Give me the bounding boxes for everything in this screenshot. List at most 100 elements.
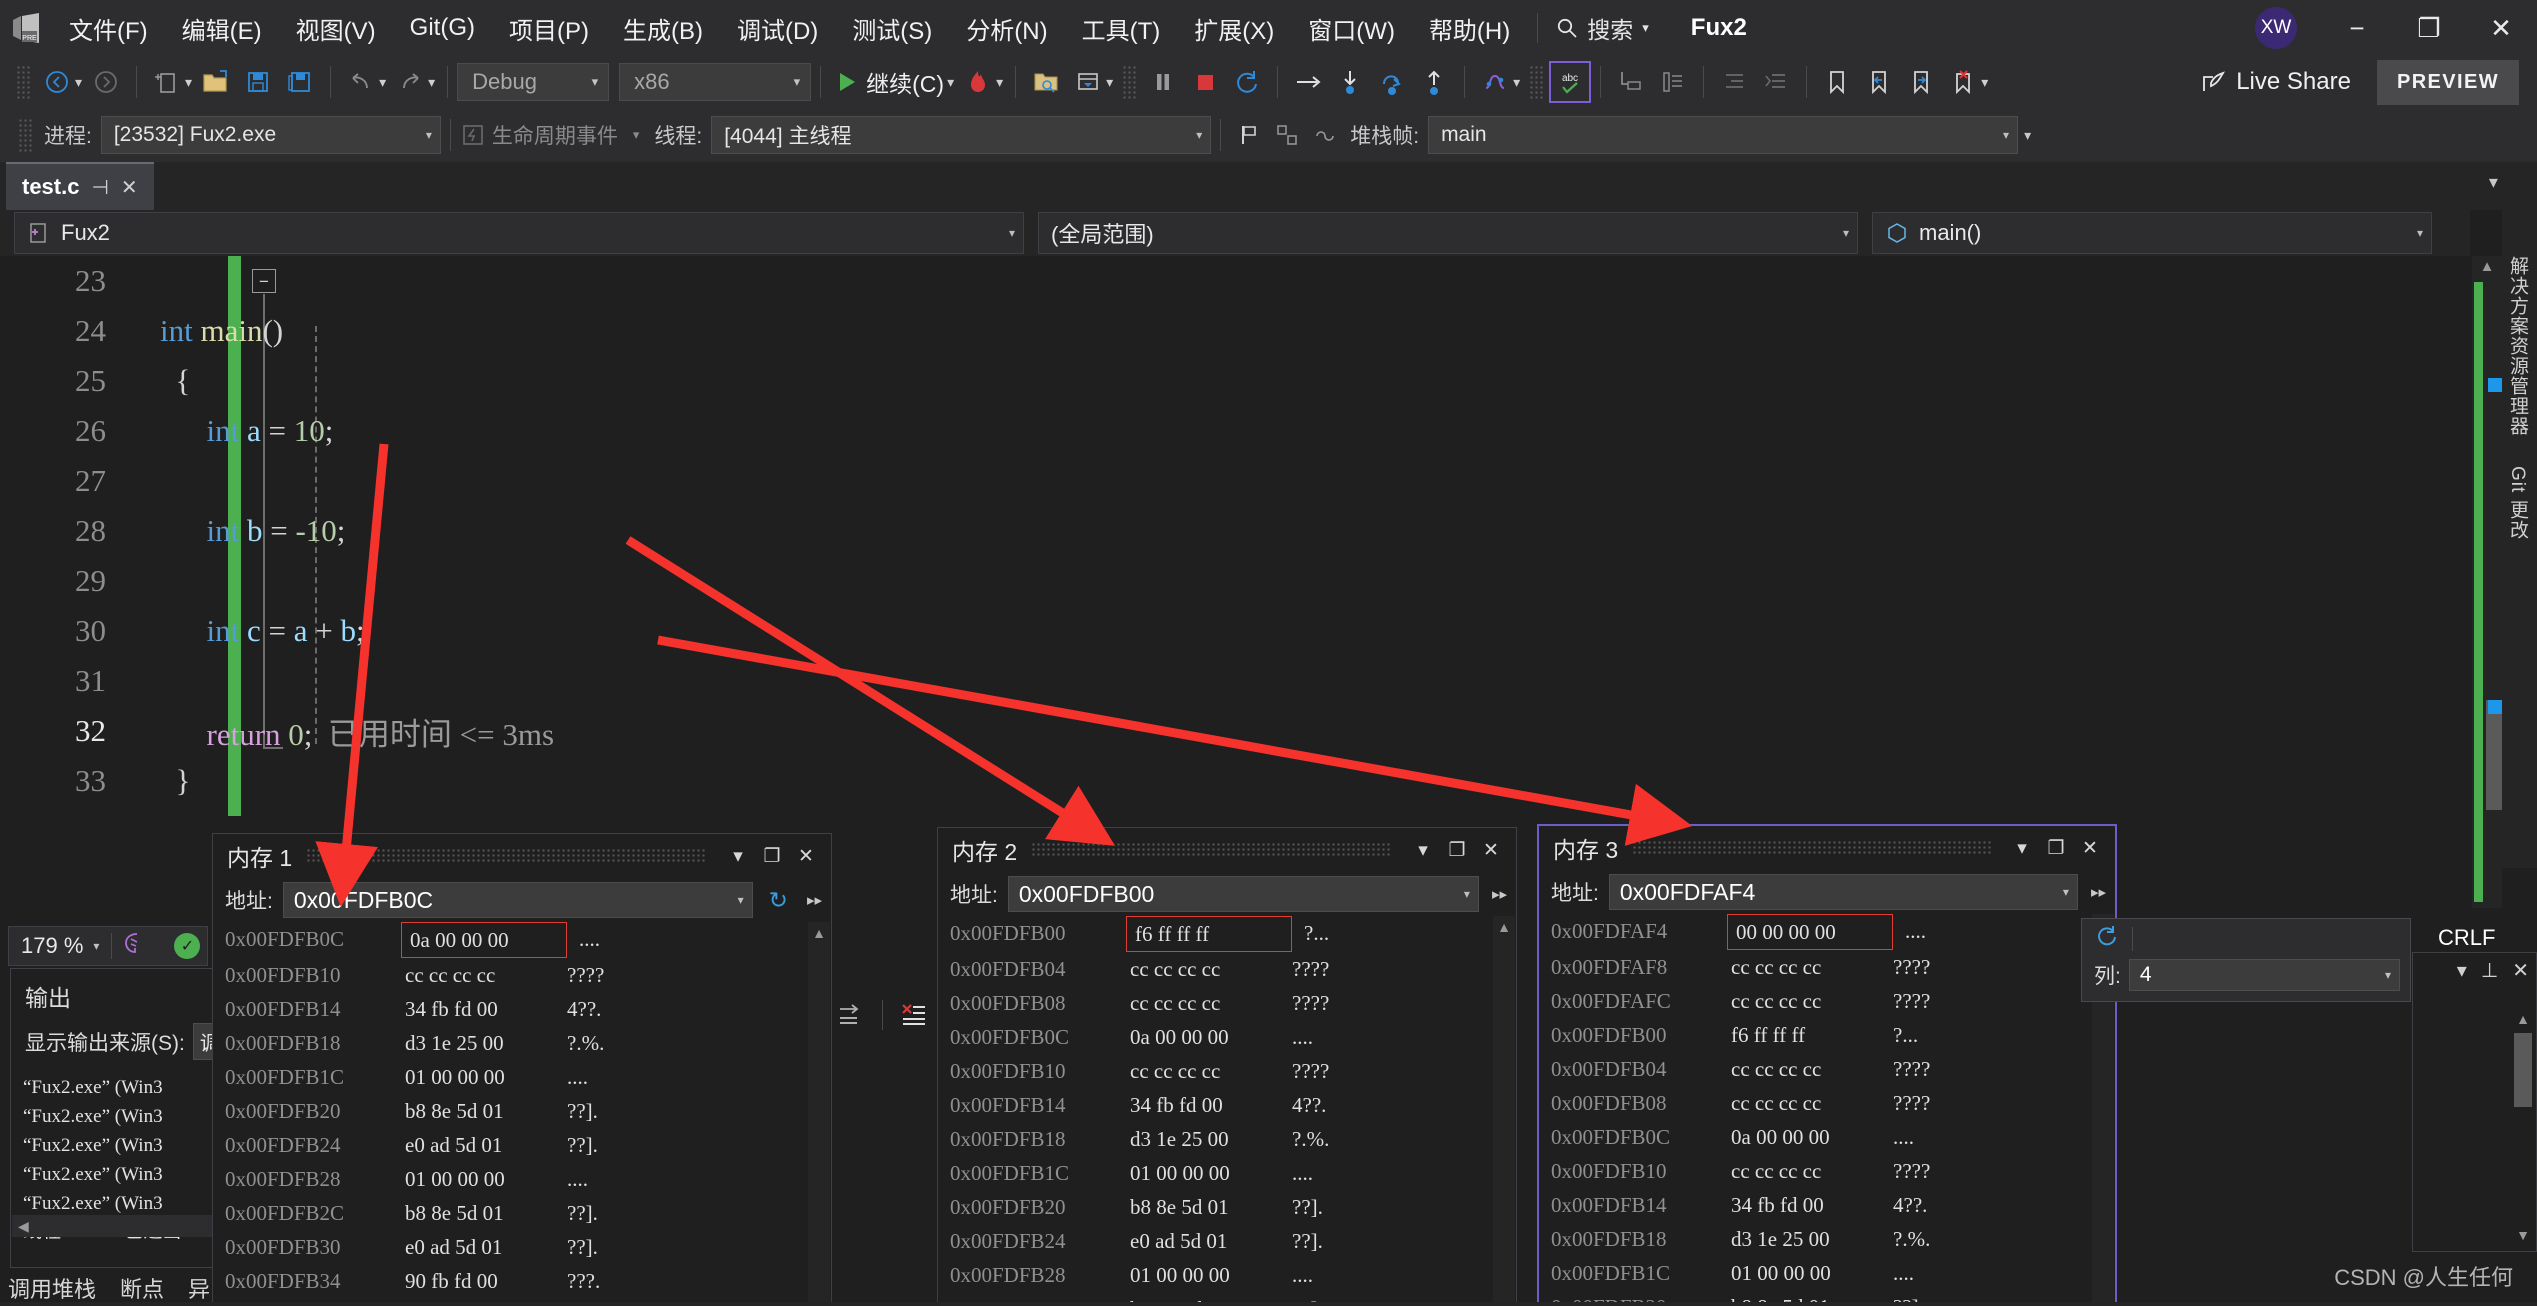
step-into-button[interactable]: [1329, 61, 1371, 103]
memory-row[interactable]: 0x00FDFB10 cc cc cc cc????: [950, 1054, 1516, 1088]
memory-row[interactable]: 0x00FDFB1C 01 00 00 00....: [225, 1060, 831, 1094]
close-tab-icon[interactable]: ✕: [121, 175, 138, 200]
menu-item-0[interactable]: 文件(F): [52, 0, 165, 56]
menu-item-2[interactable]: 视图(V): [279, 0, 393, 56]
pane-menu-caret-icon[interactable]: ▾: [2457, 958, 2467, 983]
tab-overflow-caret-icon[interactable]: ▾: [2489, 172, 2498, 193]
minimize-button[interactable]: −: [2321, 0, 2393, 56]
pin-icon[interactable]: ⊣: [91, 175, 108, 200]
memory-row[interactable]: 0x00FDFB18 d3 1e 25 00?.%.: [950, 1122, 1516, 1156]
toolbar-grip[interactable]: [16, 65, 30, 99]
code-line[interactable]: 30 int c = a + b;: [0, 606, 2470, 656]
intellicode-brain-icon[interactable]: [112, 931, 156, 961]
close-icon[interactable]: ✕: [2512, 958, 2529, 983]
address-input[interactable]: 0x00FDFB00 ▾: [1007, 876, 1479, 912]
close-icon[interactable]: ✕: [2073, 831, 2107, 865]
memory-row[interactable]: 0x00FDFB18 d3 1e 25 00?.%.: [1551, 1222, 2115, 1256]
memory-row[interactable]: 0x00FDFAF8 cc cc cc cc????: [1551, 950, 2115, 984]
step-over-button[interactable]: [1371, 61, 1413, 103]
toolbar-overflow-icon[interactable]: ▸▸: [2088, 883, 2109, 901]
menu-item-12[interactable]: 帮助(H): [1412, 0, 1527, 56]
code-line[interactable]: 24 int main(): [0, 306, 2470, 356]
memory-row[interactable]: 0x00FDFB24 e0 ad 5d 01??].: [950, 1224, 1516, 1258]
increase-indent-button[interactable]: [1755, 61, 1797, 103]
clear-output-icon[interactable]: [899, 1001, 929, 1029]
restore-button[interactable]: ❐: [2393, 0, 2465, 56]
menu-item-10[interactable]: 扩展(X): [1177, 0, 1291, 56]
solution-platform-combo[interactable]: x86 ▾: [619, 63, 812, 101]
navigate-forward-button[interactable]: [85, 61, 127, 103]
memory-row[interactable]: 0x00FDFB08 cc cc cc cc????: [950, 986, 1516, 1020]
toolbar-grip-2[interactable]: [1122, 65, 1137, 99]
pane-scrollbar-thumb[interactable]: [2514, 1033, 2532, 1107]
hot-reload-button[interactable]: [957, 61, 999, 103]
memory-row[interactable]: 0x00FDFB04 cc cc cc cc????: [1551, 1052, 2115, 1086]
bottom-tab-2[interactable]: 异: [188, 1272, 210, 1304]
vertical-tab-solution-explorer[interactable]: 解决方案资源管理器: [2504, 256, 2531, 436]
navigate-back-button[interactable]: [36, 61, 78, 103]
memory-row[interactable]: 0x00FDFAF4 00 00 00 00....: [1551, 914, 2115, 951]
refresh-icon[interactable]: ↻: [763, 887, 794, 914]
memory-row[interactable]: 0x00FDFAFC cc cc cc cc????: [1551, 984, 2115, 1018]
bottom-tab-0[interactable]: 调用堆栈: [8, 1272, 96, 1304]
window-drag-grip[interactable]: [306, 848, 707, 864]
memory-row[interactable]: 0x00FDFB18 d3 1e 25 00?.%.: [225, 1026, 831, 1060]
live-share-button[interactable]: Live Share: [2200, 68, 2351, 96]
memory-row[interactable]: 0x00FDFB20 b8 8e 5d 01??].: [950, 1190, 1516, 1224]
uncomment-selection-button[interactable]: [1652, 61, 1694, 103]
new-project-button[interactable]: [146, 61, 188, 103]
menu-item-1[interactable]: 编辑(E): [165, 0, 279, 56]
memory-row[interactable]: 0x00FDFB14 34 fb fd 00 4??.: [225, 992, 831, 1026]
toolbar-grip-3[interactable]: [1529, 65, 1544, 99]
search-box[interactable]: 搜索 ▾: [1548, 11, 1657, 45]
stackframe-combo[interactable]: main ▾: [1428, 116, 2019, 154]
continue-caret-icon[interactable]: ▾: [947, 74, 954, 91]
thread-combo[interactable]: [4044] 主线程 ▾: [711, 116, 1212, 154]
scroll-left-arrow-icon[interactable]: ◀: [12, 1218, 29, 1234]
memory-row[interactable]: 0x00FDFB2C b8 8e 5d 01??].: [225, 1196, 831, 1230]
zoom-chevron-down-icon[interactable]: ▾: [93, 939, 111, 953]
memory-row[interactable]: 0x00FDFB10 cc cc cc cc????: [225, 958, 831, 992]
code-line[interactable]: 28 int b = -10;: [0, 506, 2470, 556]
memory-window-1[interactable]: 内存 1 ▾ ❐ ✕ 地址: 0x00FDFB0C ▾ ↻ ▸▸ 0x00FDFB0C 0a 00 …: [212, 833, 832, 1306]
next-bookmark-button[interactable]: [1900, 61, 1942, 103]
editor-tab-test-c[interactable]: test.c ⊣ ✕: [6, 162, 154, 210]
memory-vertical-scrollbar[interactable]: ▲: [808, 922, 830, 1304]
memory-row[interactable]: 0x00FDFB0C 0a 00 00 00....: [950, 1020, 1516, 1054]
memory-row[interactable]: 0x00FDFB14 34 fb fd 00 4??.: [1551, 1188, 2115, 1222]
code-line[interactable]: 25 {: [0, 356, 2470, 406]
menu-item-9[interactable]: 工具(T): [1065, 0, 1178, 56]
close-icon[interactable]: ✕: [789, 839, 823, 873]
maximize-icon[interactable]: ❐: [2039, 831, 2073, 865]
lifecycle-caret-icon[interactable]: ▾: [633, 127, 640, 143]
code-line[interactable]: 32 return 0; 已用时间 <= 3ms: [0, 706, 2470, 756]
pause-debug-button[interactable]: [1142, 61, 1184, 103]
window-menu-caret-icon[interactable]: ▾: [1406, 833, 1440, 867]
scroll-up-arrow-icon[interactable]: ▲: [1493, 916, 1515, 938]
undo-button[interactable]: [340, 61, 382, 103]
nav-member-combo[interactable]: main() ▾: [1872, 212, 2432, 254]
scrollbar-thumb[interactable]: [2486, 700, 2502, 810]
memory-row[interactable]: 0x00FDFB14 34 fb fd 00 4??.: [950, 1088, 1516, 1122]
memory-row[interactable]: 0x00FDFB0C 0a 00 00 00....: [1551, 1120, 2115, 1154]
memory-window-header[interactable]: 内存 3 ▾ ❐ ✕: [1539, 826, 2115, 870]
save-button[interactable]: [237, 61, 279, 103]
memory-row[interactable]: 0x00FDFB34 90 fb fd 00???.: [225, 1264, 831, 1298]
memory-window-2[interactable]: 内存 2 ▾ ❐ ✕ 地址: 0x00FDFB00 ▾ ▸▸ 0x00FDFB00 f6 ff f…: [937, 827, 1517, 1306]
memory-row[interactable]: 0x00FDFB00 f6 ff ff ff?...: [950, 916, 1516, 953]
zoom-level[interactable]: 179 %: [9, 933, 93, 959]
memory-row[interactable]: 0x00FDFB04 cc cc cc cc????: [950, 952, 1516, 986]
memory-row[interactable]: 0x00FDFB30 e0 ad 5d 01??].: [225, 1230, 831, 1264]
memory-window-header[interactable]: 内存 1 ▾ ❐ ✕: [213, 834, 831, 878]
window-menu-caret-icon[interactable]: ▾: [721, 839, 755, 873]
debugbar-grip[interactable]: [18, 118, 32, 152]
spell-check-button[interactable]: abc: [1549, 61, 1592, 103]
previous-bookmark-button[interactable]: [1858, 61, 1900, 103]
decrease-indent-button[interactable]: [1713, 61, 1755, 103]
code-line[interactable]: 27: [0, 456, 2470, 506]
solution-configuration-combo[interactable]: Debug ▾: [457, 63, 610, 101]
pane-scroll-up-icon[interactable]: ▲: [2514, 1011, 2532, 1027]
memory-row[interactable]: 0x00FDFB00 f6 ff ff ff?...: [1551, 1018, 2115, 1052]
memory-window-3[interactable]: 内存 3 ▾ ❐ ✕ 地址: 0x00FDFAF4 ▾ ▸▸ 0x00FDFAF4 00 00 0…: [1537, 824, 2117, 1306]
memory-row[interactable]: 0x00FDFB0C 0a 00 00 00....: [225, 922, 831, 959]
